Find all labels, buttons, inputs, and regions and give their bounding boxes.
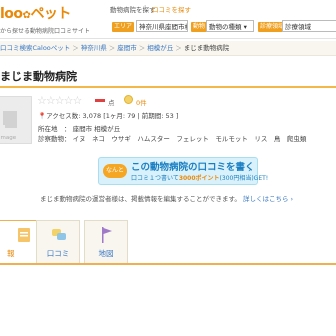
animal-tag: 動物	[191, 22, 208, 32]
tab-info-label: 報	[7, 249, 15, 258]
info-tab-icon	[18, 228, 30, 242]
address-row: 所在地 ： 座間市 相模が丘	[38, 123, 120, 133]
owner-edit-note: まじま動物病院の運営者様は、掲載情報を編集することができます。 詳しくはこちら …	[40, 193, 293, 203]
address-label: 所在地	[38, 125, 58, 133]
breadcrumb-sep: ＞	[175, 44, 182, 52]
owner-note-text: まじま動物病院の運営者様は、掲載情報を編集することができます。	[40, 195, 241, 203]
thumbnail-label: image	[0, 135, 17, 141]
rating-stars-icon: ☆☆☆☆☆	[37, 94, 82, 107]
breadcrumb-sep: ＞	[138, 44, 146, 52]
chat-bubbles-icon	[52, 229, 66, 240]
score-value-dash	[95, 99, 105, 102]
site-logo[interactable]: loo✿ペット	[0, 3, 71, 23]
tab-map[interactable]: 地図	[84, 220, 128, 264]
breadcrumb: 口コミ検索Calooペット＞神奈川県＞座間市＞相模が丘＞まじま動物病院	[0, 41, 336, 56]
breadcrumb-prefecture[interactable]: 神奈川県	[81, 44, 107, 52]
points-prefix: 口コミ１つ書いて	[131, 175, 179, 182]
breadcrumb-sep: ＞	[108, 44, 116, 52]
building-base	[5, 125, 17, 128]
logo-suffix: ペット	[30, 6, 71, 22]
breadcrumb-sep: ＞	[72, 44, 79, 52]
review-search-link[interactable]: 口コミを探す	[152, 4, 191, 14]
address-value: ： 座間市 相模が丘	[64, 125, 121, 133]
site-tagline: から探せる動物病院口コミサイト	[0, 28, 91, 35]
tab-reviews[interactable]: 口コミ	[36, 220, 80, 264]
area-tag: エリア	[112, 22, 135, 32]
breadcrumb-city[interactable]: 座間市	[117, 44, 137, 52]
header-separator: |	[144, 4, 147, 12]
breadcrumb-current: まじま動物病院	[183, 44, 230, 52]
building-icon	[3, 111, 17, 125]
write-review-button[interactable]: この動物病院の口コミを書く	[131, 159, 255, 173]
page-title: まじま動物病院	[0, 70, 77, 83]
clinic-thumbnail: image	[0, 96, 32, 144]
logo-text: loo	[0, 6, 23, 22]
animals-label: 診察動物	[38, 135, 64, 143]
title-underline	[0, 86, 336, 88]
chevron-right-icon: ›	[248, 165, 252, 175]
animals-value: ： イヌ ネコ ウサギ ハムスター フェレット モルモット リス 鳥 爬虫類	[64, 135, 307, 143]
access-count: 📍アクセス数: 3,078 [1ヶ月: 79 | 前期間: 53 ]	[38, 110, 178, 120]
animal-type-value: 動物の種類	[209, 23, 242, 31]
details-link[interactable]: 詳しくはこちら ›	[243, 195, 293, 203]
access-text: アクセス数: 3,078 [1ヶ月: 79 | 前期間: 53 ]	[46, 112, 179, 120]
area-select[interactable]: 神奈川県座間市相	[136, 20, 188, 32]
banner-badge: なんと	[103, 164, 127, 178]
like-icon	[124, 95, 133, 104]
dropdown-icon: ▾	[243, 23, 247, 31]
pin-icon: 📍	[38, 112, 47, 120]
animal-type-select[interactable]: 動物の種類 ▾	[206, 20, 254, 32]
tab-underline	[0, 263, 336, 265]
points-suffix: (300円相当)GET!	[219, 175, 269, 182]
clinic-search-label: 動物病院を探す	[110, 6, 156, 14]
breadcrumb-home[interactable]: 口コミ検索Calooペット	[0, 44, 70, 52]
animals-row: 診察動物： イヌ ネコ ウサギ ハムスター フェレット モルモット リス 鳥 爬…	[38, 133, 306, 143]
score-unit: 点	[108, 99, 115, 107]
points-amount: 3000ポイント	[178, 175, 220, 182]
tab-reviews-label: 口コミ	[46, 249, 70, 258]
field-select[interactable]: 診療領域	[282, 20, 336, 32]
breadcrumb-town[interactable]: 相模が丘	[147, 44, 173, 52]
header-divider	[0, 38, 336, 39]
like-count: 0件	[136, 99, 147, 107]
tab-map-label: 地図	[98, 249, 114, 258]
flag-icon	[102, 227, 112, 243]
